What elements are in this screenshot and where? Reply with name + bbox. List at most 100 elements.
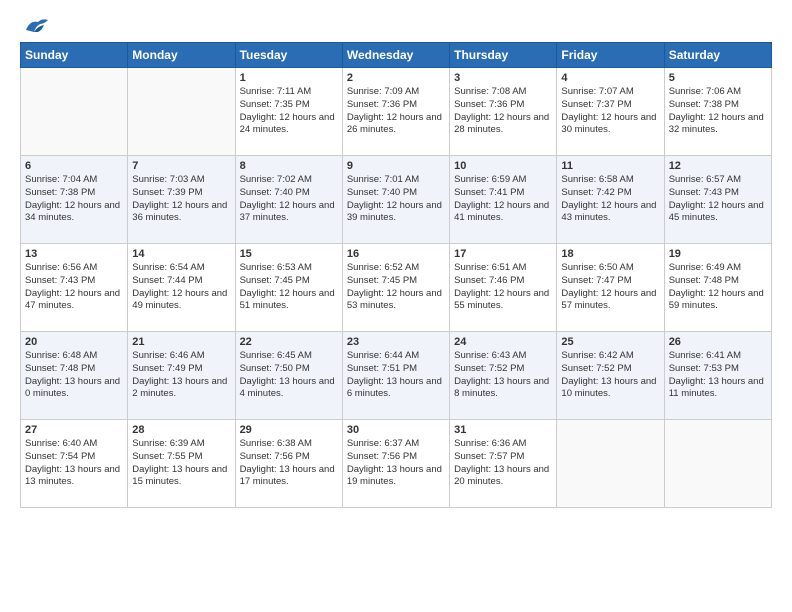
day-info: Sunrise: 7:07 AM Sunset: 7:37 PM Dayligh…: [561, 86, 659, 137]
calendar-cell: 13Sunrise: 6:56 AM Sunset: 7:43 PM Dayli…: [21, 244, 128, 332]
calendar-cell: 17Sunrise: 6:51 AM Sunset: 7:46 PM Dayli…: [450, 244, 557, 332]
calendar-week-1: 1Sunrise: 7:11 AM Sunset: 7:35 PM Daylig…: [21, 68, 772, 156]
day-number: 13: [25, 248, 123, 260]
day-info: Sunrise: 6:42 AM Sunset: 7:52 PM Dayligh…: [561, 350, 659, 401]
day-number: 27: [25, 424, 123, 436]
day-info: Sunrise: 7:06 AM Sunset: 7:38 PM Dayligh…: [669, 86, 767, 137]
calendar-week-2: 6 Sunrise: 7:04 AM Sunset: 7:38 PM Daylig…: [21, 156, 772, 244]
day-number: 9: [347, 160, 445, 172]
calendar-cell: 19Sunrise: 6:49 AM Sunset: 7:48 PM Dayli…: [664, 244, 771, 332]
calendar-cell: 9 Sunrise: 7:01 AM Sunset: 7:40 PM Daylig…: [342, 156, 449, 244]
day-info: Sunrise: 6:48 AM Sunset: 7:48 PM Dayligh…: [25, 350, 123, 401]
day-info: Sunrise: 6:49 AM Sunset: 7:48 PM Dayligh…: [669, 262, 767, 313]
day-number: 30: [347, 424, 445, 436]
calendar-week-3: 13Sunrise: 6:56 AM Sunset: 7:43 PM Dayli…: [21, 244, 772, 332]
day-number: 14: [132, 248, 230, 260]
day-number: 28: [132, 424, 230, 436]
day-info: Sunrise: 6:58 AM Sunset: 7:42 PM Dayligh…: [561, 174, 659, 225]
calendar-cell: 10 Sunrise: 6:59 AM Sunset: 7:41 PM Dayli…: [450, 156, 557, 244]
calendar-week-4: 20 Sunrise: 6:48 AM Sunset: 7:48 PM Dayli…: [21, 332, 772, 420]
day-info: Sunrise: 6:40 AM Sunset: 7:54 PM Dayligh…: [25, 438, 123, 489]
day-info: Sunrise: 7:08 AM Sunset: 7:36 PM Dayligh…: [454, 86, 552, 137]
day-number: 18: [561, 248, 659, 260]
day-number: 3: [454, 72, 552, 84]
column-header-thursday: Thursday: [450, 43, 557, 68]
column-header-wednesday: Wednesday: [342, 43, 449, 68]
day-number: 22: [240, 336, 338, 348]
day-info: Sunrise: 6:57 AM Sunset: 7:43 PM Dayligh…: [669, 174, 767, 225]
calendar-cell: 28 Sunrise: 6:39 AM Sunset: 7:55 PM Dayli…: [128, 420, 235, 508]
column-header-sunday: Sunday: [21, 43, 128, 68]
calendar-cell: 26 Sunrise: 6:41 AM Sunset: 7:53 PM Dayli…: [664, 332, 771, 420]
day-number: 26: [669, 336, 767, 348]
logo-bird-icon: [22, 16, 50, 36]
day-number: 24: [454, 336, 552, 348]
column-header-friday: Friday: [557, 43, 664, 68]
calendar-cell: [21, 68, 128, 156]
day-info: Sunrise: 6:50 AM Sunset: 7:47 PM Dayligh…: [561, 262, 659, 313]
calendar-cell: 22 Sunrise: 6:45 AM Sunset: 7:50 PM Dayli…: [235, 332, 342, 420]
column-header-tuesday: Tuesday: [235, 43, 342, 68]
calendar-page: SundayMondayTuesdayWednesdayThursdayFrid…: [0, 0, 792, 612]
calendar-header-row: SundayMondayTuesdayWednesdayThursdayFrid…: [21, 43, 772, 68]
day-number: 15: [240, 248, 338, 260]
day-number: 21: [132, 336, 230, 348]
calendar-cell: 14 Sunrise: 6:54 AM Sunset: 7:44 PM Dayli…: [128, 244, 235, 332]
day-info: Sunrise: 6:36 AM Sunset: 7:57 PM Dayligh…: [454, 438, 552, 489]
calendar-cell: 4 Sunrise: 7:07 AM Sunset: 7:37 PM Daylig…: [557, 68, 664, 156]
calendar-cell: [128, 68, 235, 156]
column-header-monday: Monday: [128, 43, 235, 68]
calendar-cell: 7 Sunrise: 7:03 AM Sunset: 7:39 PM Daylig…: [128, 156, 235, 244]
day-info: Sunrise: 6:54 AM Sunset: 7:44 PM Dayligh…: [132, 262, 230, 313]
calendar-table: SundayMondayTuesdayWednesdayThursdayFrid…: [20, 42, 772, 508]
calendar-cell: 24 Sunrise: 6:43 AM Sunset: 7:52 PM Dayli…: [450, 332, 557, 420]
calendar-cell: 18 Sunrise: 6:50 AM Sunset: 7:47 PM Dayli…: [557, 244, 664, 332]
calendar-cell: 8Sunrise: 7:02 AM Sunset: 7:40 PM Daylig…: [235, 156, 342, 244]
day-info: Sunrise: 7:01 AM Sunset: 7:40 PM Dayligh…: [347, 174, 445, 225]
calendar-cell: 5 Sunrise: 7:06 AM Sunset: 7:38 PM Daylig…: [664, 68, 771, 156]
day-number: 2: [347, 72, 445, 84]
day-number: 16: [347, 248, 445, 260]
day-number: 12: [669, 160, 767, 172]
day-info: Sunrise: 6:39 AM Sunset: 7:55 PM Dayligh…: [132, 438, 230, 489]
column-header-saturday: Saturday: [664, 43, 771, 68]
day-number: 6: [25, 160, 123, 172]
day-number: 5: [669, 72, 767, 84]
calendar-cell: 21Sunrise: 6:46 AM Sunset: 7:49 PM Dayli…: [128, 332, 235, 420]
calendar-cell: 29Sunrise: 6:38 AM Sunset: 7:56 PM Dayli…: [235, 420, 342, 508]
day-info: Sunrise: 6:45 AM Sunset: 7:50 PM Dayligh…: [240, 350, 338, 401]
calendar-cell: 25Sunrise: 6:42 AM Sunset: 7:52 PM Dayli…: [557, 332, 664, 420]
day-info: Sunrise: 7:11 AM Sunset: 7:35 PM Dayligh…: [240, 86, 338, 137]
day-number: 8: [240, 160, 338, 172]
calendar-cell: 27 Sunrise: 6:40 AM Sunset: 7:54 PM Dayli…: [21, 420, 128, 508]
day-number: 31: [454, 424, 552, 436]
calendar-cell: 6 Sunrise: 7:04 AM Sunset: 7:38 PM Daylig…: [21, 156, 128, 244]
calendar-cell: 12 Sunrise: 6:57 AM Sunset: 7:43 PM Dayli…: [664, 156, 771, 244]
logo-area: [20, 16, 52, 36]
day-info: Sunrise: 6:41 AM Sunset: 7:53 PM Dayligh…: [669, 350, 767, 401]
day-info: Sunrise: 6:59 AM Sunset: 7:41 PM Dayligh…: [454, 174, 552, 225]
day-number: 20: [25, 336, 123, 348]
day-info: Sunrise: 6:43 AM Sunset: 7:52 PM Dayligh…: [454, 350, 552, 401]
day-number: 29: [240, 424, 338, 436]
day-number: 10: [454, 160, 552, 172]
day-number: 7: [132, 160, 230, 172]
day-info: Sunrise: 6:53 AM Sunset: 7:45 PM Dayligh…: [240, 262, 338, 313]
calendar-cell: 1Sunrise: 7:11 AM Sunset: 7:35 PM Daylig…: [235, 68, 342, 156]
calendar-cell: 15 Sunrise: 6:53 AM Sunset: 7:45 PM Dayli…: [235, 244, 342, 332]
day-info: Sunrise: 6:51 AM Sunset: 7:46 PM Dayligh…: [454, 262, 552, 313]
day-info: Sunrise: 6:52 AM Sunset: 7:45 PM Dayligh…: [347, 262, 445, 313]
calendar-cell: 23Sunrise: 6:44 AM Sunset: 7:51 PM Dayli…: [342, 332, 449, 420]
calendar-cell: [664, 420, 771, 508]
day-info: Sunrise: 7:04 AM Sunset: 7:38 PM Dayligh…: [25, 174, 123, 225]
calendar-cell: 3 Sunrise: 7:08 AM Sunset: 7:36 PM Daylig…: [450, 68, 557, 156]
calendar-cell: 20 Sunrise: 6:48 AM Sunset: 7:48 PM Dayli…: [21, 332, 128, 420]
calendar-cell: [557, 420, 664, 508]
calendar-cell: 30Sunrise: 6:37 AM Sunset: 7:56 PM Dayli…: [342, 420, 449, 508]
calendar-cell: 16 Sunrise: 6:52 AM Sunset: 7:45 PM Dayli…: [342, 244, 449, 332]
day-info: Sunrise: 7:03 AM Sunset: 7:39 PM Dayligh…: [132, 174, 230, 225]
day-number: 23: [347, 336, 445, 348]
day-number: 11: [561, 160, 659, 172]
day-number: 4: [561, 72, 659, 84]
calendar-cell: 2Sunrise: 7:09 AM Sunset: 7:36 PM Daylig…: [342, 68, 449, 156]
